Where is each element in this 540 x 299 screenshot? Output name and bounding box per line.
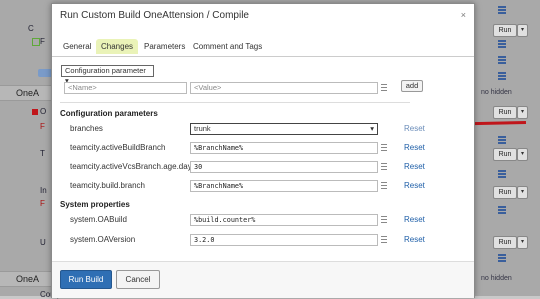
param-value-input[interactable]: %build.counter% [190, 214, 378, 226]
edit-value-icon[interactable] [381, 236, 387, 244]
bg-row-text: C [28, 24, 34, 33]
bg-row-text: T [40, 149, 45, 158]
system-properties-title: System properties [60, 200, 130, 209]
param-value-input[interactable]: %BranchName% [190, 180, 378, 192]
param-name: teamcity.activeBuildBranch [70, 143, 166, 152]
edit-value-icon[interactable] [381, 163, 387, 171]
build-stack-icon [498, 170, 508, 178]
run-build-button[interactable]: Run Build [60, 270, 112, 289]
param-name: branches [70, 124, 103, 133]
reset-link[interactable]: Reset [404, 143, 425, 152]
dialog-footer: Run Build Cancel [52, 261, 474, 298]
bg-row-text: F [40, 37, 45, 46]
tab-general[interactable]: General [58, 39, 96, 54]
param-name: teamcity.build.branch [70, 181, 145, 190]
tab-comment-and-tags[interactable]: Comment and Tags [188, 39, 267, 54]
bg-row-text: F [40, 122, 45, 131]
new-param-value-input[interactable]: <Value> [190, 82, 378, 94]
close-icon[interactable]: × [461, 10, 466, 20]
reset-link[interactable]: Reset [404, 235, 425, 244]
build-stack-icon [498, 206, 508, 214]
build-stack-icon [498, 254, 508, 262]
bg-group-label: OneA [16, 274, 40, 284]
param-name: system.OAVersion [70, 235, 136, 244]
bg-project-group[interactable]: OneA [0, 85, 56, 101]
bg-run-options-icon[interactable]: ▾ [517, 236, 528, 249]
branches-value: trunk [194, 124, 211, 133]
bg-row-text: U [40, 238, 46, 247]
reset-link[interactable]: Reset [404, 215, 425, 224]
bg-row-text: In [40, 186, 47, 195]
bg-run-options-icon[interactable]: ▾ [517, 106, 528, 119]
bg-no-hidden-label[interactable]: no hidden [481, 89, 512, 96]
reset-link[interactable]: Reset [404, 124, 425, 133]
bg-run-button[interactable]: Run [493, 186, 517, 199]
bg-status-icon [32, 38, 40, 46]
chevron-down-icon: ▾ [370, 124, 374, 133]
param-value-input[interactable]: 3.2.0 [190, 234, 378, 246]
build-stack-icon [498, 72, 508, 80]
build-stack-icon [498, 136, 508, 144]
edit-value-icon[interactable] [381, 84, 387, 92]
build-stack-icon [498, 56, 508, 64]
run-custom-build-dialog: Run Custom Build OneAttension / Compile … [51, 3, 475, 298]
bg-run-options-icon[interactable]: ▾ [517, 148, 528, 161]
bg-status-icon [32, 109, 38, 115]
edit-value-icon[interactable] [381, 144, 387, 152]
build-stack-icon [498, 6, 508, 14]
bg-group-label: OneA [16, 88, 40, 98]
divider [60, 102, 410, 103]
param-value-input[interactable]: 30 [190, 161, 378, 173]
tab-changes[interactable]: Changes [96, 39, 139, 54]
bg-run-button[interactable]: Run [493, 24, 517, 37]
reset-link[interactable]: Reset [404, 162, 425, 171]
bg-run-button[interactable]: Run [493, 106, 517, 119]
bg-run-button[interactable]: Run [493, 148, 517, 161]
bg-no-hidden-label[interactable]: no hidden [481, 275, 512, 282]
param-name: system.OABuild [70, 215, 127, 224]
bg-run-options-icon[interactable]: ▾ [517, 24, 528, 37]
bg-row-text: F [40, 199, 45, 208]
cancel-button[interactable]: Cancel [116, 270, 160, 289]
dialog-tabs: General Changes Parameters Comment and T… [52, 36, 474, 57]
bg-run-options-icon[interactable]: ▾ [517, 186, 528, 199]
build-stack-icon [498, 40, 508, 48]
branches-select[interactable]: trunk ▾ [190, 123, 378, 135]
parameter-type-value: Configuration parameter [65, 66, 146, 75]
parameter-type-select[interactable]: Configuration parameter ▾ [61, 65, 154, 85]
bg-run-button[interactable]: Run [493, 236, 517, 249]
tab-parameters[interactable]: Parameters [139, 39, 190, 54]
dialog-title: Run Custom Build OneAttension / Compile [60, 10, 249, 21]
bg-project-group[interactable]: OneA [0, 271, 56, 287]
edit-value-icon[interactable] [381, 182, 387, 190]
param-value-input[interactable]: %BranchName% [190, 142, 378, 154]
bg-row-text: O [40, 107, 47, 116]
param-name: teamcity.activeVcsBranch.age.days [70, 162, 196, 171]
add-parameter-button[interactable]: add [401, 80, 423, 92]
edit-value-icon[interactable] [381, 216, 387, 224]
config-params-title: Configuration parameters [60, 109, 158, 118]
new-param-name-input[interactable]: <Name> [64, 82, 187, 94]
reset-link[interactable]: Reset [404, 181, 425, 190]
